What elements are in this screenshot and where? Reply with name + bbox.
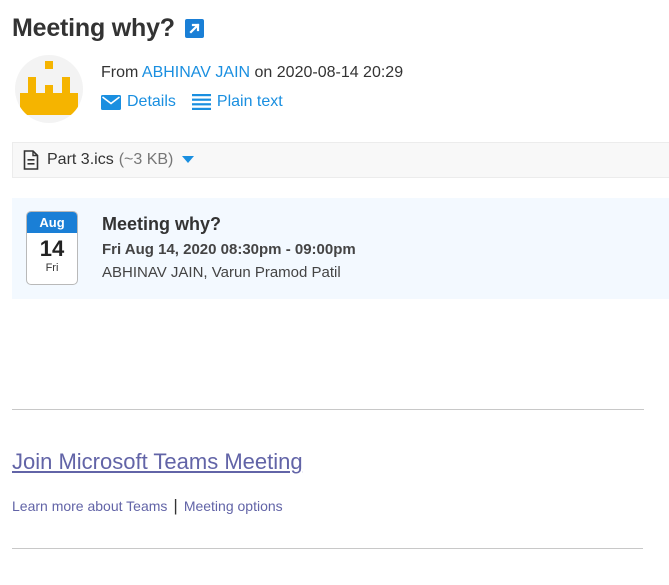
sender-link[interactable]: ABHINAV JAIN <box>142 64 250 81</box>
from-line: From ABHINAV JAIN on 2020-08-14 20:29 <box>101 64 403 82</box>
date-prefix: on <box>254 64 273 81</box>
message-subject: Meeting why? <box>12 14 175 42</box>
from-prefix: From <box>101 64 139 81</box>
attachment-size: (~3 KB) <box>118 151 174 168</box>
divider-bottom <box>12 548 643 549</box>
teams-links: Learn more about Teams | Meeting options <box>12 496 283 516</box>
plain-text-icon <box>191 94 211 110</box>
message-view: Meeting why? From ABHINAV JAIN on 2020-0… <box>0 0 669 585</box>
caret-down-icon[interactable] <box>182 156 195 164</box>
join-teams-meeting-link[interactable]: Join Microsoft Teams Meeting <box>12 449 303 475</box>
attachment-bar[interactable]: Part 3.ics (~3 KB) <box>12 142 669 178</box>
header-links: Details Plain text <box>101 93 283 111</box>
event-attendees: ABHINAV JAIN, Varun Pramod Patil <box>102 264 341 281</box>
event-month: Aug <box>27 212 77 233</box>
file-icon <box>23 150 39 170</box>
popout-icon[interactable] <box>184 19 204 38</box>
message-date: 2020-08-14 20:29 <box>276 64 404 81</box>
link-separator: | <box>173 496 178 515</box>
plain-text-link[interactable]: Plain text <box>191 93 283 111</box>
details-link[interactable]: Details <box>101 93 176 111</box>
meeting-options-link[interactable]: Meeting options <box>184 498 283 514</box>
attachment-name: Part 3.ics <box>47 151 114 168</box>
event-time: Fri Aug 14, 2020 08:30pm - 09:00pm <box>102 241 356 258</box>
details-label: Details <box>127 93 176 110</box>
event-title: Meeting why? <box>102 214 222 234</box>
event-weekday: Fri <box>45 262 59 274</box>
envelope-icon <box>101 94 121 110</box>
sender-avatar <box>15 55 83 123</box>
plain-text-label: Plain text <box>216 93 283 110</box>
event-card: Aug 14 Fri Meeting why? Fri Aug 14, 2020… <box>12 198 669 299</box>
subject-row: Meeting why? <box>12 14 204 43</box>
learn-more-link[interactable]: Learn more about Teams <box>12 498 167 514</box>
event-day: 14 <box>39 236 65 261</box>
divider-top <box>12 409 644 410</box>
calendar-date-icon: Aug 14 Fri <box>26 211 78 285</box>
